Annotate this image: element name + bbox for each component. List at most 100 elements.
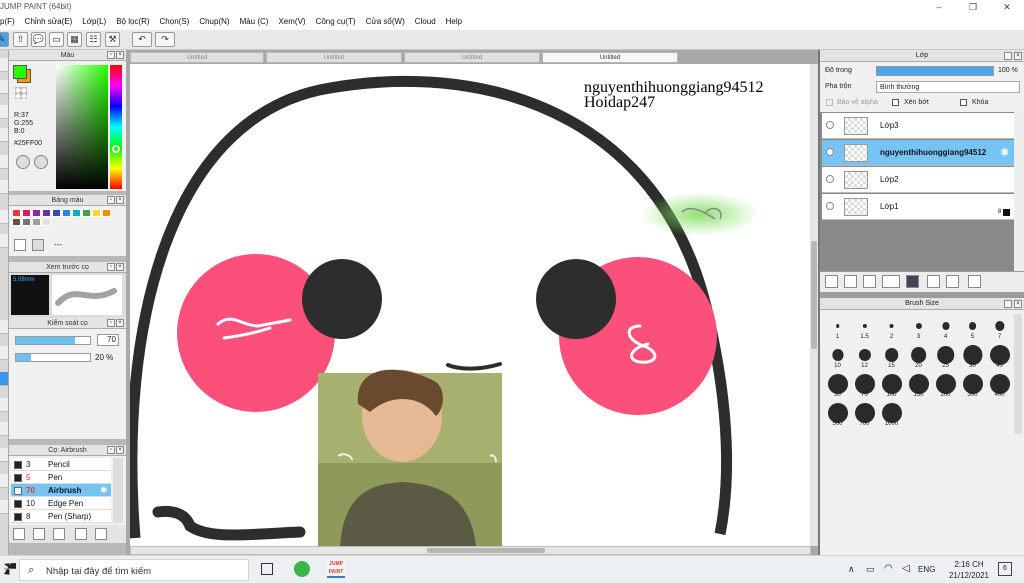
brush-new-icon[interactable]: [33, 528, 45, 540]
blur-tool-icon[interactable]: [0, 398, 8, 412]
palette-swatch[interactable]: [52, 209, 61, 217]
vertical-scrollbar[interactable]: [810, 64, 818, 546]
add-layer-menu-icon[interactable]: [882, 275, 900, 288]
brush-size-cell[interactable]: 2: [878, 314, 905, 341]
brush-size-scrollbar[interactable]: [1014, 314, 1022, 434]
panel-float-icon[interactable]: ▫: [107, 263, 115, 271]
palette-swatch[interactable]: [42, 209, 51, 217]
brush-size-cell[interactable]: 150: [905, 372, 932, 399]
brush-size-cell[interactable]: 3: [905, 314, 932, 341]
brush-copy-icon[interactable]: [53, 528, 65, 540]
menu-window[interactable]: Cửa sổ(W): [361, 15, 410, 30]
horizontal-scrollbar[interactable]: [130, 546, 811, 555]
jump-paint-taskbar-icon[interactable]: JUMP PAINT: [327, 560, 345, 578]
brush-item-selected[interactable]: 70 Airbrush ✱: [11, 484, 111, 497]
merge-layer-icon[interactable]: [946, 275, 959, 288]
transparent-swatch[interactable]: [15, 87, 27, 99]
layer-item[interactable]: Lớp1 8: [822, 194, 1014, 220]
visibility-icon[interactable]: [826, 202, 834, 210]
brush-size-cell[interactable]: 700: [851, 401, 878, 428]
size-slider[interactable]: [15, 336, 91, 345]
select-tool-icon[interactable]: [0, 105, 8, 119]
palette-swatch[interactable]: [12, 209, 21, 217]
grid-icon[interactable]: ▦: [67, 32, 82, 47]
layer-item[interactable]: Lớp3: [822, 113, 1014, 139]
menu-capture[interactable]: Chup(N): [194, 15, 234, 30]
brush-size-cell[interactable]: 5: [959, 314, 986, 341]
airbrush-tool-icon[interactable]: [0, 372, 8, 386]
menu-select[interactable]: Chọn(S): [155, 15, 195, 30]
saturation-value-picker[interactable]: [56, 65, 108, 189]
panel-close-icon[interactable]: ×: [116, 51, 124, 59]
delete-layer-icon[interactable]: [968, 275, 981, 288]
zoom-tool-icon[interactable]: [0, 474, 8, 488]
brush-size-cell[interactable]: 50: [824, 372, 851, 399]
doc-tab[interactable]: Untitled: [130, 52, 264, 63]
tools-icon[interactable]: ⚒: [105, 32, 120, 47]
brush-size-cell[interactable]: 1: [824, 314, 851, 341]
panel-close-icon[interactable]: ×: [1014, 300, 1022, 308]
duplicate-layer-icon[interactable]: [927, 275, 940, 288]
eraser-tool-icon[interactable]: [0, 346, 8, 360]
menu-edit[interactable]: Chỉnh sửa(E): [20, 15, 78, 30]
brush-size-cell[interactable]: 7: [986, 314, 1013, 341]
vertical-scroll-thumb[interactable]: [811, 241, 817, 349]
undo-icon[interactable]: ↶: [132, 32, 152, 47]
frame-tool-icon[interactable]: [0, 234, 8, 248]
palette-swatch[interactable]: [82, 209, 91, 217]
brush-size-cell[interactable]: 300: [959, 372, 986, 399]
pencil-tool-icon[interactable]: [0, 320, 8, 334]
text-tool-icon[interactable]: [0, 210, 8, 224]
palette-icon[interactable]: [16, 155, 30, 169]
folder-icon[interactable]: [906, 275, 919, 288]
monitor-icon[interactable]: ▭: [49, 32, 64, 47]
brush-add-icon[interactable]: [13, 528, 25, 540]
maximize-button[interactable]: ❐: [956, 0, 990, 15]
panel-float-icon[interactable]: ▫: [107, 446, 115, 454]
gear-icon[interactable]: ✱: [1000, 146, 1009, 159]
dropper-tool-icon[interactable]: [0, 500, 8, 514]
delete-palette-icon[interactable]: [32, 239, 44, 251]
clipping-checkbox[interactable]: [892, 99, 899, 106]
chevron-up-icon[interactable]: ∧: [848, 564, 855, 575]
pen-tool-icon[interactable]: [0, 58, 8, 72]
panel-close-icon[interactable]: ×: [116, 263, 124, 271]
palette-swatch[interactable]: [102, 209, 111, 217]
new-layer-icon[interactable]: [825, 275, 838, 288]
fill-tool-icon[interactable]: [0, 180, 8, 194]
palette-swatch[interactable]: [92, 209, 101, 217]
palette-swatch[interactable]: [32, 209, 41, 217]
brush-item[interactable]: 10 Edge Pen: [11, 497, 111, 510]
close-button[interactable]: ✕: [990, 0, 1024, 15]
brush-size-cell[interactable]: 100: [878, 372, 905, 399]
brush-tool-icon[interactable]: [0, 128, 8, 142]
palette-swatch[interactable]: [22, 218, 31, 226]
menu-file[interactable]: p(F): [0, 15, 20, 30]
gear-icon[interactable]: ✱: [100, 485, 108, 496]
brush-size-cell[interactable]: 25: [932, 343, 959, 370]
windows-start-icon[interactable]: [4, 563, 16, 575]
panel-close-icon[interactable]: ×: [116, 446, 124, 454]
drawing-canvas[interactable]: nguyenthihuonggiang94512 Hoidap247: [130, 64, 811, 546]
brush-size-cell[interactable]: 30: [959, 343, 986, 370]
layer-list-scrollbar[interactable]: [1014, 112, 1024, 271]
clock[interactable]: 2:16 CH 21/12/2021: [945, 559, 993, 581]
menu-view[interactable]: Xem(V): [273, 15, 310, 30]
brush-size-cell[interactable]: 400: [986, 372, 1013, 399]
visibility-icon[interactable]: [826, 175, 834, 183]
minimize-button[interactable]: –: [922, 0, 956, 15]
brush-folder-icon[interactable]: [95, 528, 107, 540]
panel-close-icon[interactable]: ×: [1014, 52, 1022, 60]
redo-icon[interactable]: ↷: [155, 32, 175, 47]
hand-tool-icon[interactable]: [0, 448, 8, 462]
brush-size-cell[interactable]: 15: [878, 343, 905, 370]
brush-item[interactable]: 5 Pen: [11, 471, 111, 484]
wifi-icon[interactable]: ◠: [884, 563, 893, 574]
panel-close-icon[interactable]: ×: [116, 319, 124, 327]
pen-mode-icon[interactable]: ✎: [0, 32, 9, 47]
layer-opacity-slider[interactable]: [876, 66, 994, 76]
network-icon[interactable]: ▭: [866, 564, 875, 575]
list-icon[interactable]: ☷: [86, 32, 101, 47]
menu-tools[interactable]: Công cụ(T): [311, 15, 361, 30]
brush-size-cell[interactable]: 40: [986, 343, 1013, 370]
